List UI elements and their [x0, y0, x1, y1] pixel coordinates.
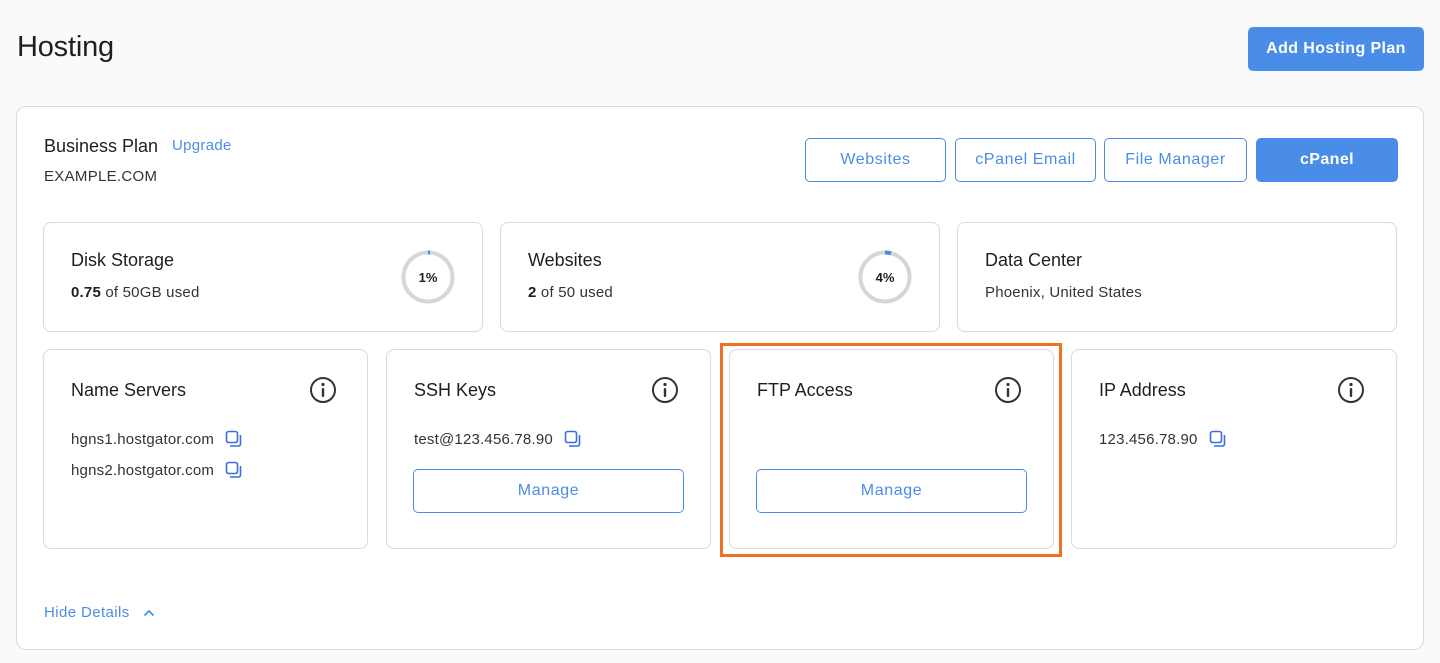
file-manager-button[interactable]: File Manager [1104, 138, 1247, 182]
chevron-up-icon [143, 609, 154, 616]
name-server-2-text: hgns2.hostgator.com [71, 461, 215, 479]
plan-name: Business Plan [44, 136, 159, 156]
websites-usage-ring: 4% [857, 249, 913, 305]
upgrade-link[interactable]: Upgrade [172, 137, 232, 154]
websites-tile: Websites 2 of 50 used 4% [500, 222, 940, 332]
data-center-title: Data Center [985, 250, 1083, 270]
copy-icon[interactable] [1209, 430, 1227, 448]
info-icon[interactable] [309, 376, 337, 404]
copy-icon[interactable] [225, 461, 243, 479]
websites-button[interactable]: Websites [805, 138, 946, 182]
data-center-location: Phoenix, United States [985, 284, 1142, 301]
ssh-key-line: test@123.456.78.90 [414, 430, 582, 448]
disk-usage-ring: 1% [400, 249, 456, 305]
name-servers-tile: Name Servers hgns1.hostgator.com hgns2.h… [43, 349, 368, 549]
hide-details-toggle[interactable]: Hide Details [44, 604, 155, 621]
ip-address-text: 123.456.78.90 [1099, 430, 1198, 448]
cpanel-email-button[interactable]: cPanel Email [955, 138, 1096, 182]
disk-storage-tile: Disk Storage 0.75 of 50GB used 1% [43, 222, 483, 332]
hide-details-label: Hide Details [44, 604, 130, 621]
cpanel-button[interactable]: cPanel [1256, 138, 1398, 182]
ip-address-tile: IP Address 123.456.78.90 [1071, 349, 1397, 549]
ssh-keys-title: SSH Keys [414, 380, 497, 400]
websites-used-value: 2 [528, 284, 537, 301]
name-servers-title: Name Servers [71, 380, 187, 400]
ip-address-line: 123.456.78.90 [1099, 430, 1227, 448]
ftp-manage-button[interactable]: Manage [756, 469, 1027, 513]
page-title: Hosting [17, 31, 114, 63]
websites-used-rest: of 50 used [536, 284, 613, 301]
websites-title: Websites [528, 250, 602, 270]
disk-storage-usage: 0.75 of 50GB used [71, 284, 200, 301]
ssh-manage-button[interactable]: Manage [413, 469, 684, 513]
disk-used-value: 0.75 [71, 284, 101, 301]
ssh-key-text: test@123.456.78.90 [414, 430, 553, 448]
name-server-1: hgns1.hostgator.com [71, 430, 243, 448]
info-icon[interactable] [994, 376, 1022, 404]
add-hosting-plan-button[interactable]: Add Hosting Plan [1248, 27, 1424, 71]
ssh-keys-tile: SSH Keys test@123.456.78.90 Manage [386, 349, 711, 549]
hosting-plan-card: Business Plan Upgrade EXAMPLE.COM Websit… [16, 106, 1424, 650]
ip-address-title: IP Address [1099, 380, 1186, 400]
disk-percent-label: 1% [418, 269, 438, 285]
websites-percent-label: 4% [875, 269, 895, 285]
ftp-access-tile: FTP Access Manage [729, 349, 1054, 549]
plan-domain: EXAMPLE.COM [44, 168, 158, 185]
copy-icon[interactable] [564, 430, 582, 448]
name-server-1-text: hgns1.hostgator.com [71, 430, 215, 448]
websites-usage: 2 of 50 used [528, 284, 613, 301]
info-icon[interactable] [651, 376, 679, 404]
ftp-access-title: FTP Access [757, 380, 853, 400]
data-center-tile: Data Center Phoenix, United States [957, 222, 1397, 332]
disk-storage-title: Disk Storage [71, 250, 175, 270]
name-server-2: hgns2.hostgator.com [71, 461, 243, 479]
disk-used-rest: of 50GB used [101, 284, 200, 301]
info-icon[interactable] [1337, 376, 1365, 404]
copy-icon[interactable] [225, 430, 243, 448]
